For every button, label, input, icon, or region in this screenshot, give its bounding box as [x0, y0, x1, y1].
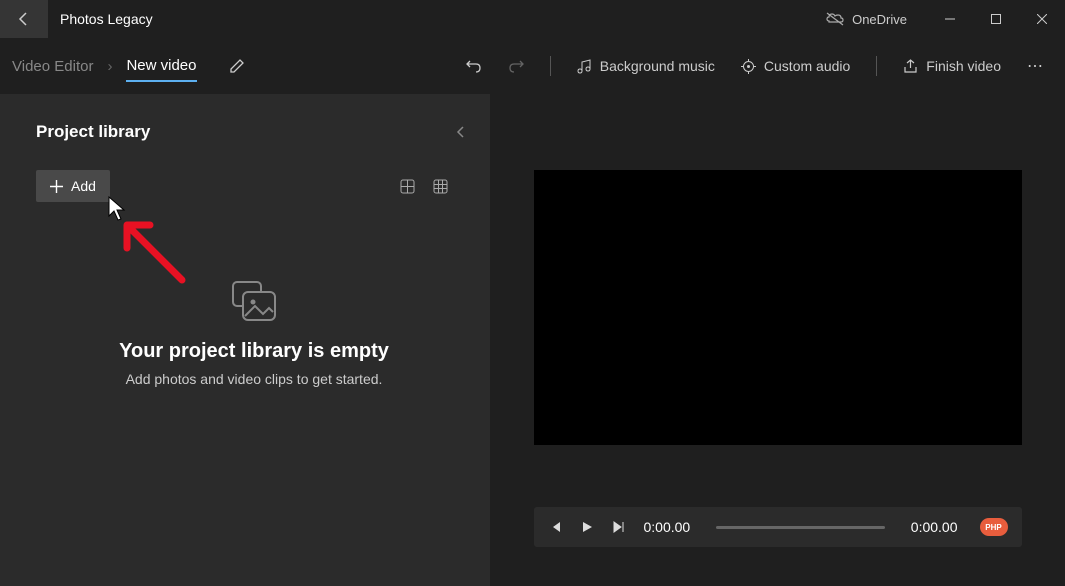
back-button[interactable] [0, 0, 48, 38]
empty-library-icon [36, 280, 472, 322]
finish-video-button[interactable]: Finish video [903, 58, 1001, 74]
chevron-left-icon [456, 125, 466, 139]
audio-settings-icon [741, 59, 756, 74]
close-icon [1037, 14, 1047, 24]
empty-state: Your project library is empty Add photos… [36, 280, 472, 387]
collapse-panel-button[interactable] [456, 125, 466, 139]
music-icon [577, 59, 592, 74]
close-button[interactable] [1019, 0, 1065, 38]
project-library-panel: Project library Add You [0, 94, 490, 586]
grid-large-button[interactable] [433, 179, 448, 194]
onedrive-label: OneDrive [852, 12, 907, 27]
step-forward-icon [612, 520, 626, 534]
arrow-left-icon [16, 11, 32, 27]
toolbar-divider [550, 56, 551, 76]
empty-subtitle: Add photos and video clips to get starte… [36, 371, 472, 387]
cloud-off-icon [826, 12, 844, 26]
php-watermark: PHP [980, 518, 1008, 536]
export-icon [903, 59, 918, 74]
more-button[interactable]: ⋯ [1027, 56, 1045, 76]
custom-audio-button[interactable]: Custom audio [741, 58, 850, 74]
content: Project library Add You [0, 94, 1065, 586]
maximize-icon [991, 14, 1001, 24]
video-preview[interactable] [534, 170, 1022, 445]
add-label: Add [71, 178, 96, 194]
toolbar-divider [876, 56, 877, 76]
progress-bar[interactable] [716, 526, 885, 529]
breadcrumb-current[interactable]: New video [126, 57, 196, 82]
undo-button[interactable] [466, 58, 482, 74]
play-button[interactable] [580, 520, 594, 534]
breadcrumb-root[interactable]: Video Editor [12, 58, 93, 75]
maximize-button[interactable] [973, 0, 1019, 38]
next-frame-button[interactable] [612, 520, 626, 534]
grid-small-button[interactable] [400, 179, 415, 194]
grid-large-icon [433, 179, 448, 194]
edit-title-button[interactable] [229, 58, 245, 74]
redo-button[interactable] [508, 58, 524, 74]
chevron-right-icon: › [107, 58, 112, 75]
previous-frame-button[interactable] [548, 520, 562, 534]
window-controls [927, 0, 1065, 38]
pencil-icon [229, 58, 245, 74]
redo-icon [508, 58, 524, 74]
minimize-icon [945, 14, 955, 24]
play-icon [580, 520, 594, 534]
toolbar: Video Editor › New video Background musi… [0, 38, 1065, 94]
custom-audio-label: Custom audio [764, 58, 850, 74]
add-button[interactable]: Add [36, 170, 110, 202]
toolbar-actions: Background music Custom audio Finish vid… [466, 56, 1045, 76]
undo-icon [466, 58, 482, 74]
titlebar: Photos Legacy OneDrive [0, 0, 1065, 38]
library-title: Project library [36, 122, 150, 142]
grid-small-icon [400, 179, 415, 194]
breadcrumb: Video Editor › New video [12, 51, 245, 82]
time-total: 0:00.00 [911, 519, 958, 535]
onedrive-status[interactable]: OneDrive [826, 12, 907, 27]
time-current: 0:00.00 [644, 519, 691, 535]
empty-title: Your project library is empty [36, 340, 472, 363]
minimize-button[interactable] [927, 0, 973, 38]
finish-video-label: Finish video [926, 58, 1001, 74]
app-title: Photos Legacy [60, 11, 153, 27]
plus-icon [50, 180, 63, 193]
step-back-icon [548, 520, 562, 534]
background-music-label: Background music [600, 58, 715, 74]
preview-area: 0:00.00 0:00.00 PHP [490, 94, 1065, 586]
background-music-button[interactable]: Background music [577, 58, 715, 74]
player-controls: 0:00.00 0:00.00 PHP [534, 507, 1022, 547]
